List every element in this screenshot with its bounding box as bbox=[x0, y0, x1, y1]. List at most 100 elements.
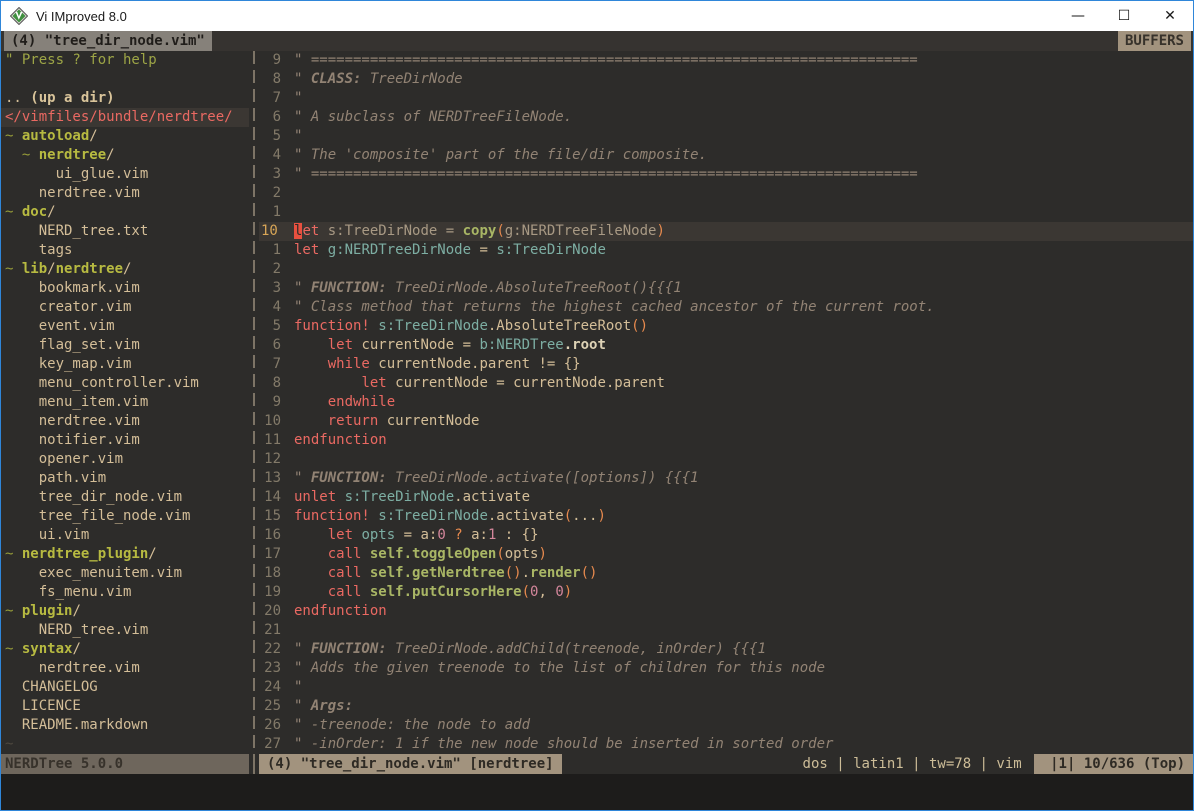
tree-item[interactable]: ~ plugin/ bbox=[1, 602, 249, 621]
code-line[interactable]: 12 bbox=[259, 450, 1193, 469]
tree-item[interactable]: ~ bbox=[1, 735, 249, 754]
command-line bbox=[1, 774, 1193, 810]
code-line[interactable]: 9" =====================================… bbox=[259, 51, 1193, 70]
window-separator[interactable] bbox=[249, 51, 259, 754]
code-line[interactable]: 8" CLASS: TreeDirNode bbox=[259, 70, 1193, 89]
tree-item[interactable]: tags bbox=[1, 241, 249, 260]
tree-item[interactable]: key_map.vim bbox=[1, 355, 249, 374]
code-line[interactable]: 1let g:NERDTreeDirNode = s:TreeDirNode bbox=[259, 241, 1193, 260]
line-number: 6 bbox=[259, 108, 281, 127]
cursor-position: |1| 10/636 (Top) bbox=[1034, 754, 1193, 774]
code-line[interactable]: 17 call self.toggleOpen(opts) bbox=[259, 545, 1193, 564]
tree-item[interactable]: CHANGELOG bbox=[1, 678, 249, 697]
tree-item[interactable]: tree_dir_node.vim bbox=[1, 488, 249, 507]
code-line[interactable]: 8 let currentNode = currentNode.parent bbox=[259, 374, 1193, 393]
line-number: 3 bbox=[259, 165, 281, 184]
code-line[interactable]: 10let s:TreeDirNode = copy(g:NERDTreeFil… bbox=[259, 222, 1193, 241]
line-number: 3 bbox=[259, 279, 281, 298]
tree-item[interactable]: ~ nerdtree_plugin/ bbox=[1, 545, 249, 564]
code-line[interactable]: 13" FUNCTION: TreeDirNode.activate([opti… bbox=[259, 469, 1193, 488]
tree-item[interactable]: .. (up a dir) bbox=[1, 89, 249, 108]
line-number: 5 bbox=[259, 317, 281, 336]
tree-item[interactable]: ui_glue.vim bbox=[1, 165, 249, 184]
line-number: 27 bbox=[259, 735, 281, 754]
tree-item[interactable]: </vimfiles/bundle/nerdtree/ bbox=[1, 108, 249, 127]
tree-item[interactable]: ~ syntax/ bbox=[1, 640, 249, 659]
nerdtree-pane[interactable]: " Press ? for help .. (up a dir)</vimfile… bbox=[1, 51, 249, 754]
line-number: 22 bbox=[259, 640, 281, 659]
tree-item[interactable]: menu_item.vim bbox=[1, 393, 249, 412]
line-number: 24 bbox=[259, 678, 281, 697]
code-line[interactable]: 5function! s:TreeDirNode.AbsoluteTreeRoo… bbox=[259, 317, 1193, 336]
code-line[interactable]: 3" FUNCTION: TreeDirNode.AbsoluteTreeRoo… bbox=[259, 279, 1193, 298]
code-pane[interactable]: 9" =====================================… bbox=[259, 51, 1193, 754]
tree-item[interactable]: ~ lib/nerdtree/ bbox=[1, 260, 249, 279]
line-number: 20 bbox=[259, 602, 281, 621]
tab-active[interactable]: (4) "tree_dir_node.vim" bbox=[4, 31, 212, 51]
line-number: 7 bbox=[259, 89, 281, 108]
code-line[interactable]: 9 endwhile bbox=[259, 393, 1193, 412]
line-number: 4 bbox=[259, 146, 281, 165]
code-line[interactable]: 24" bbox=[259, 678, 1193, 697]
code-line[interactable]: 3" =====================================… bbox=[259, 165, 1193, 184]
code-line[interactable]: 5" bbox=[259, 127, 1193, 146]
tree-item[interactable]: ~ nerdtree/ bbox=[1, 146, 249, 165]
tree-item[interactable]: bookmark.vim bbox=[1, 279, 249, 298]
code-line[interactable]: 4" Class method that returns the highest… bbox=[259, 298, 1193, 317]
maximize-button[interactable]: ☐ bbox=[1101, 1, 1147, 31]
tree-item[interactable]: ~ autoload/ bbox=[1, 127, 249, 146]
tree-item[interactable]: README.markdown bbox=[1, 716, 249, 735]
tree-item[interactable]: ui.vim bbox=[1, 526, 249, 545]
code-line[interactable]: 15function! s:TreeDirNode.activate(...) bbox=[259, 507, 1193, 526]
code-line[interactable]: 1 bbox=[259, 203, 1193, 222]
code-line[interactable]: 25" Args: bbox=[259, 697, 1193, 716]
code-line[interactable]: 26" -treenode: the node to add bbox=[259, 716, 1193, 735]
tree-item[interactable]: nerdtree.vim bbox=[1, 659, 249, 678]
close-button[interactable]: ✕ bbox=[1147, 1, 1193, 31]
code-line[interactable]: 23" Adds the given treenode to the list … bbox=[259, 659, 1193, 678]
code-line[interactable]: 2 bbox=[259, 184, 1193, 203]
code-line[interactable]: 4" The 'composite' part of the file/dir … bbox=[259, 146, 1193, 165]
tree-item[interactable]: NERD_tree.vim bbox=[1, 621, 249, 640]
code-line[interactable]: 22" FUNCTION: TreeDirNode.addChild(treen… bbox=[259, 640, 1193, 659]
tree-item[interactable]: path.vim bbox=[1, 469, 249, 488]
line-number: 5 bbox=[259, 127, 281, 146]
code-line[interactable]: 10 return currentNode bbox=[259, 412, 1193, 431]
minimize-button[interactable]: — bbox=[1055, 1, 1101, 31]
tab-line: (4) "tree_dir_node.vim" BUFFERS bbox=[1, 31, 1193, 51]
tree-item[interactable]: flag_set.vim bbox=[1, 336, 249, 355]
tree-item[interactable]: " Press ? for help bbox=[1, 51, 249, 70]
code-line[interactable]: 19 call self.putCursorHere(0, 0) bbox=[259, 583, 1193, 602]
code-line[interactable]: 18 call self.getNerdtree().render() bbox=[259, 564, 1193, 583]
tree-item[interactable]: nerdtree.vim bbox=[1, 412, 249, 431]
tree-item[interactable]: menu_controller.vim bbox=[1, 374, 249, 393]
tree-item[interactable]: ~ doc/ bbox=[1, 203, 249, 222]
tree-item[interactable]: NERD_tree.txt bbox=[1, 222, 249, 241]
tree-item[interactable]: opener.vim bbox=[1, 450, 249, 469]
code-line[interactable]: 6 let currentNode = b:NERDTree.root bbox=[259, 336, 1193, 355]
tree-item[interactable]: exec_menuitem.vim bbox=[1, 564, 249, 583]
tree-item[interactable]: creator.vim bbox=[1, 298, 249, 317]
code-line[interactable]: 27" -inOrder: 1 if the new node should b… bbox=[259, 735, 1193, 754]
title-bar[interactable]: Vi IMproved 8.0 — ☐ ✕ bbox=[1, 1, 1193, 31]
tree-item[interactable] bbox=[1, 70, 249, 89]
code-line[interactable]: 16 let opts = a:0 ? a:1 : {} bbox=[259, 526, 1193, 545]
close-icon: ✕ bbox=[1164, 8, 1176, 24]
code-line[interactable]: 11endfunction bbox=[259, 431, 1193, 450]
code-line[interactable]: 21 bbox=[259, 621, 1193, 640]
line-number: 8 bbox=[259, 70, 281, 89]
code-line[interactable]: 6" A subclass of NERDTreeFileNode. bbox=[259, 108, 1193, 127]
tree-item[interactable]: fs_menu.vim bbox=[1, 583, 249, 602]
tree-item[interactable]: event.vim bbox=[1, 317, 249, 336]
tree-item[interactable]: notifier.vim bbox=[1, 431, 249, 450]
code-line[interactable]: 14unlet s:TreeDirNode.activate bbox=[259, 488, 1193, 507]
code-line[interactable]: 7 while currentNode.parent != {} bbox=[259, 355, 1193, 374]
tree-item[interactable]: nerdtree.vim bbox=[1, 184, 249, 203]
tree-item[interactable]: LICENCE bbox=[1, 697, 249, 716]
code-line[interactable]: 7" bbox=[259, 89, 1193, 108]
code-line[interactable]: 2 bbox=[259, 260, 1193, 279]
code-line[interactable]: 20endfunction bbox=[259, 602, 1193, 621]
tree-item[interactable]: tree_file_node.vim bbox=[1, 507, 249, 526]
vim-window: Vi IMproved 8.0 — ☐ ✕ (4) "tree_dir_node… bbox=[0, 0, 1194, 811]
line-number: 9 bbox=[259, 393, 281, 412]
